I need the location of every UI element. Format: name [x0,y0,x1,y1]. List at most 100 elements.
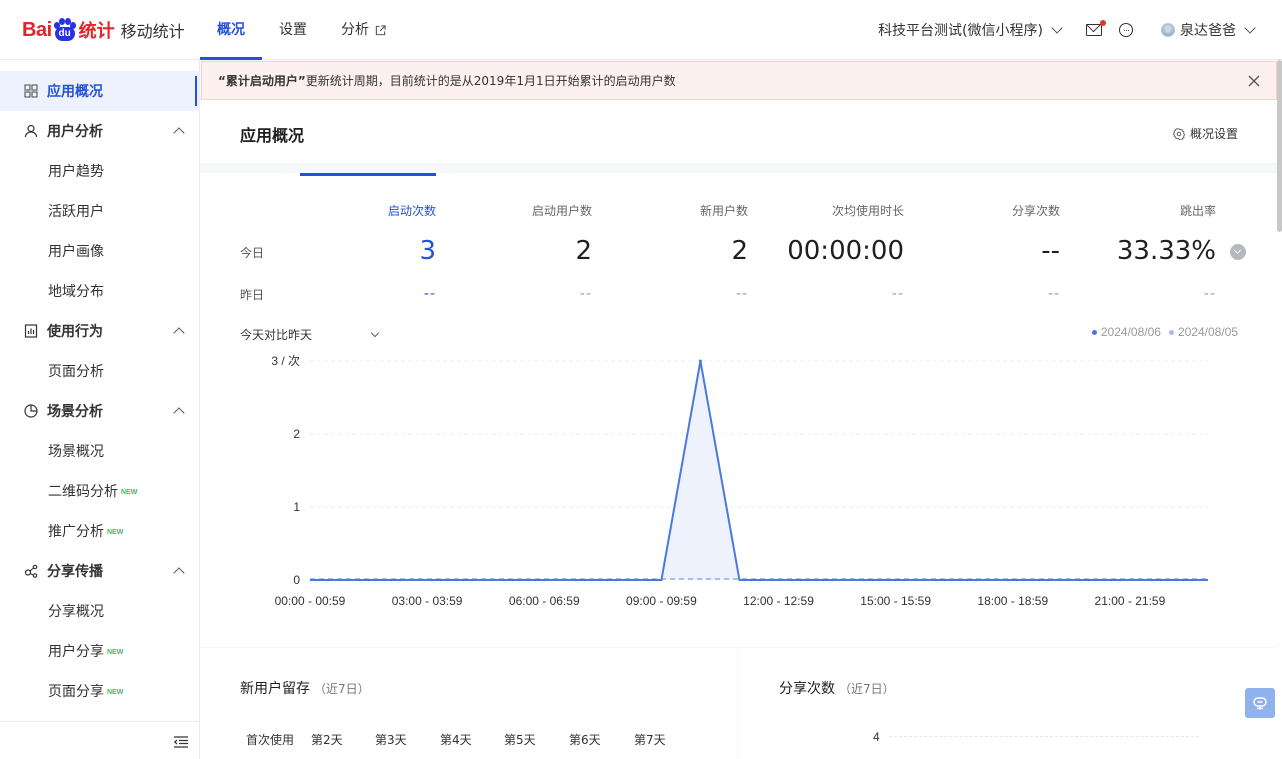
feedback-button[interactable] [1245,688,1275,718]
metric-header-avg-duration[interactable]: 次均使用时长 [744,202,904,219]
share-count-subtitle: （近7日） [839,682,895,696]
series-area-today [310,361,1208,580]
sidebar-item-label: 分享传播 [47,564,103,580]
retention-card: 新用户留存 （近7日） 首次使用 第2天 第3天 第4天 第5天 第6天 第7天 [200,648,738,759]
nav-tab-settings[interactable]: 设置 [262,0,324,60]
mail-button[interactable] [1085,20,1106,39]
notice-text: 更新统计周期，目前统计的是从2019年1月1日开始累计的启动用户数 [305,74,676,88]
x-tick-label: 21:00 - 21:59 [1095,594,1166,608]
sidebar-item-app-overview[interactable]: 应用概况 [0,71,199,111]
series-line-today [310,360,1208,581]
sidebar-item-page-analysis[interactable]: 页面分析 [0,351,199,391]
new-badge: NEW [107,528,124,536]
notice-highlight: “累计启动用户” [218,74,306,88]
legend-label: 2024/08/05 [1177,325,1238,339]
collapse-sidebar-icon[interactable] [174,736,188,748]
legend-item-yesterday[interactable]: 2024/08/05 [1168,325,1238,339]
brand-logo[interactable]: Bai du 统计 移动统计 [22,16,185,44]
nav-tab-label: 分析 [341,22,369,38]
sidebar-item-label: 地域分布 [48,284,104,300]
notification-dot [1100,20,1106,26]
sidebar-item-share-overview[interactable]: 分享概况 [0,591,199,631]
retention-col-header: 第4天 [440,733,472,747]
nav-tab-overview[interactable]: 概况 [200,0,262,60]
sidebar-group-user-analysis[interactable]: 用户分析 [0,111,199,151]
nav-tab-analysis[interactable]: 分析 [324,0,403,60]
x-tick-label: 12:00 - 12:59 [743,594,814,608]
metric-yesterday-bounce-rate: -- [1203,286,1216,302]
retention-col-header: 第6天 [569,733,601,747]
expand-icon[interactable] [1230,244,1246,260]
sidebar-item-user-trend[interactable]: 用户趋势 [0,151,199,191]
chevron-down-icon [1244,22,1256,34]
share-icon [24,564,38,578]
sidebar-item-region[interactable]: 地域分布 [0,271,199,311]
more-icon: ··· [1119,23,1133,37]
sidebar-item-user-profile[interactable]: 用户画像 [0,231,199,271]
y-tick-label: 0 [293,573,300,587]
pie-icon [24,404,38,418]
chevron-up-icon [173,127,185,139]
retention-title-text: 新用户留存 [240,681,310,697]
legend-item-today[interactable]: 2024/08/06 [1091,325,1161,339]
notice-banner: “累计启动用户” 更新统计周期，目前统计的是从2019年1月1日开始累计的启动用户… [201,61,1277,100]
compare-dropdown[interactable]: 今天对比昨天 [240,326,380,343]
metric-today-launches: 3 [419,236,436,266]
today-row-label: 今日 [240,246,265,260]
user-menu[interactable]: 泉达爸爸 [1161,20,1256,40]
data-point [698,359,702,363]
metric-yesterday-launches: -- [423,286,436,302]
sidebar-group-share[interactable]: 分享传播 [0,551,199,591]
app-selector-label: 科技平台测试(微信小程序) [878,23,1043,39]
chevron-up-icon [173,327,185,339]
sidebar-item-promotion-analysis[interactable]: 推广分析 NEW [0,511,199,551]
sidebar-item-label: 用户趋势 [48,164,104,180]
sidebar-item-user-share[interactable]: 用户分享 NEW [0,631,199,671]
page-scrollbar[interactable] [1277,60,1282,232]
logo-text-bai: Bai [22,18,52,41]
more-button[interactable]: ··· [1117,21,1135,39]
metrics-card: 启动次数 启动用户数 新用户数 次均使用时长 分享次数 跳出率 今日 昨日 3 … [200,173,1278,647]
new-badge: NEW [107,688,124,696]
product-name: 移动统计 [120,22,185,41]
sidebar-item-label: 活跃用户 [48,204,104,220]
user-icon [24,124,38,138]
nav-tab-label: 设置 [279,22,307,38]
sidebar-group-scene[interactable]: 场景分析 [0,391,199,431]
feedback-icon [1253,697,1267,710]
overview-header: 应用概况 概况设置 [200,100,1278,163]
main-nav: 概况 设置 分析 [200,0,403,60]
metric-header-launch-users[interactable]: 启动用户数 [432,202,592,219]
avatar [1161,23,1175,37]
metric-yesterday-avg-duration: -- [891,286,904,302]
chevron-down-icon [370,328,380,337]
x-tick-label: 00:00 - 00:59 [275,594,346,608]
sidebar-item-page-share[interactable]: 页面分享 NEW [0,671,199,711]
sidebar-item-label: 用户画像 [48,244,104,260]
metric-header-shares[interactable]: 分享次数 [900,202,1060,219]
retention-title: 新用户留存 （近7日） [240,678,370,698]
metric-today-avg-duration: 00:00:00 [787,236,904,266]
share-count-title-text: 分享次数 [779,681,835,697]
retention-col-header: 第2天 [311,733,343,747]
share-count-card: 分享次数 （近7日） 4 [739,648,1278,759]
metric-header-new-users[interactable]: 新用户数 [588,202,748,219]
overview-settings-button[interactable]: 概况设置 [1172,125,1238,142]
chevron-up-icon [173,407,185,419]
compare-label: 今天对比昨天 [240,328,313,342]
chevron-down-icon [1051,22,1063,34]
app-selector[interactable]: 科技平台测试(微信小程序) [878,20,1063,40]
sidebar-item-scene-overview[interactable]: 场景概况 [0,431,199,471]
sidebar-item-active-users[interactable]: 活跃用户 [0,191,199,231]
retention-col-header: 第7天 [634,733,666,747]
sidebar-group-usage[interactable]: 使用行为 [0,311,199,351]
metric-yesterday-shares: -- [1047,286,1060,302]
metric-header-bounce-rate[interactable]: 跳出率 [1056,202,1216,219]
close-icon[interactable] [1248,75,1260,87]
metric-yesterday-new-users: -- [735,286,748,302]
y-tick-label: 1 [293,500,300,514]
metric-header-launches[interactable]: 启动次数 [276,202,436,219]
sidebar-item-label: 分享概况 [48,604,104,620]
top-bar: Bai du 统计 移动统计 概况 设置 分析 科技平台测试(微信小程序) ··… [0,0,1282,60]
sidebar-item-qrcode-analysis[interactable]: 二维码分析 NEW [0,471,199,511]
